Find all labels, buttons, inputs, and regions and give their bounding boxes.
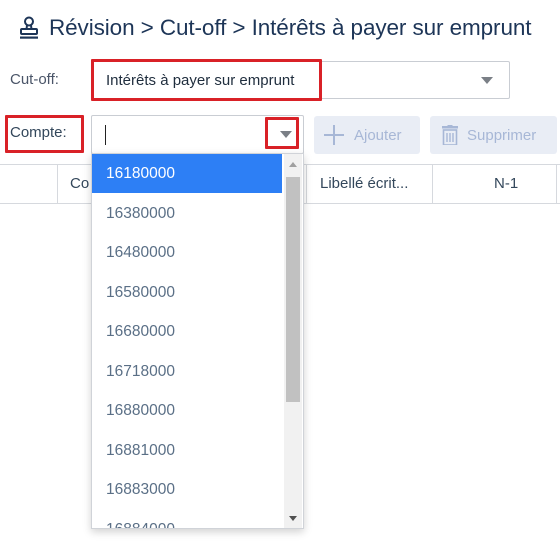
column-separator (306, 165, 307, 203)
dropdown-option[interactable]: 16881000 (92, 431, 282, 470)
dropdown-option[interactable]: 16883000 (92, 470, 282, 509)
chevron-down-icon[interactable] (280, 131, 292, 138)
scrollbar-thumb[interactable] (286, 177, 300, 402)
compte-label: Compte: (10, 124, 67, 141)
dropdown-option[interactable]: 16580000 (92, 273, 282, 312)
chevron-down-icon[interactable] (481, 77, 493, 84)
column-separator (556, 165, 557, 203)
column-separator (57, 165, 58, 203)
dropdown-option[interactable]: 16180000 (92, 154, 282, 193)
dropdown-option[interactable]: 16380000 (92, 194, 282, 233)
text-cursor (105, 125, 106, 145)
scroll-up-icon[interactable] (289, 162, 297, 167)
trash-icon (442, 125, 458, 145)
column-header-n-1[interactable]: N-1 (494, 175, 518, 192)
page-header: Révision > Cut-off > Intérêts à payer su… (17, 10, 532, 46)
dropdown-option[interactable]: 16480000 (92, 233, 282, 272)
cutoff-select[interactable]: Intérêts à payer sur emprunt (92, 61, 510, 99)
column-separator (432, 165, 433, 203)
cutoff-label: Cut-off: (10, 71, 59, 88)
column-header-co[interactable]: Co (70, 175, 89, 192)
dropdown-option[interactable]: 16884000 (92, 510, 282, 529)
compte-dropdown-list[interactable]: 16180000 16380000 16480000 16580000 1668… (91, 153, 304, 529)
dropdown-option[interactable]: 16718000 (92, 352, 282, 391)
column-header-libelle[interactable]: Libellé écrit... (320, 175, 408, 192)
scroll-down-icon[interactable] (289, 516, 297, 521)
delete-button-label: Supprimer (467, 126, 537, 144)
add-button-label: Ajouter (354, 126, 402, 144)
dropdown-option[interactable]: 16680000 (92, 312, 282, 351)
cutoff-select-value: Intérêts à payer sur emprunt (106, 72, 295, 89)
compte-input[interactable] (91, 115, 304, 154)
plus-icon (324, 125, 344, 145)
stamp-icon (17, 14, 41, 42)
delete-button[interactable]: Supprimer (430, 116, 557, 154)
dropdown-option[interactable]: 16880000 (92, 391, 282, 430)
page-title: Révision > Cut-off > Intérêts à payer su… (49, 15, 532, 40)
add-button[interactable]: Ajouter (314, 116, 420, 154)
